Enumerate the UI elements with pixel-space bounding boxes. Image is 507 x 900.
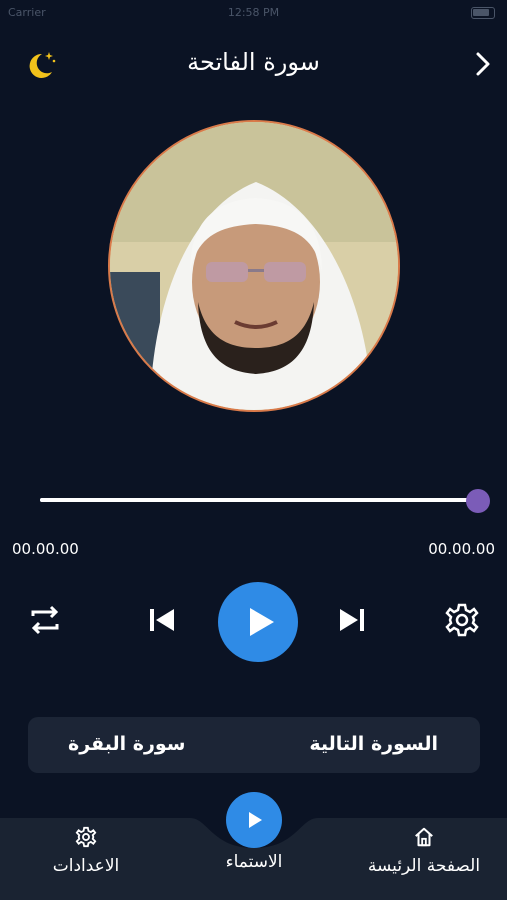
progress-slider[interactable] (40, 489, 490, 513)
header: سورة الفاتحة (0, 40, 507, 88)
nav-listen-label: الاستماء (225, 852, 283, 872)
nav-home[interactable]: الصفحة الرئيسة (352, 826, 496, 876)
nav-listen-play-button[interactable] (226, 792, 282, 848)
playback-controls (0, 580, 507, 662)
gear-icon[interactable] (444, 602, 480, 638)
current-surah[interactable]: سورة البقرة (68, 733, 185, 755)
play-icon (249, 812, 262, 828)
progress-thumb[interactable] (466, 489, 490, 513)
home-icon (415, 827, 433, 847)
status-time: 12:58 PM (227, 6, 280, 19)
bottom-nav: الاعدادات الاستماء الصفحة الرئيسة (0, 792, 507, 900)
nav-listen[interactable]: الاستماء (204, 852, 304, 872)
page-title: سورة الفاتحة (187, 48, 320, 76)
time-total: 00.00.00 (428, 540, 495, 558)
gear-icon (75, 826, 97, 848)
progress-fill (40, 498, 468, 502)
time-elapsed: 00.00.00 (12, 540, 79, 558)
status-bar: Carrier 12:58 PM (0, 0, 507, 28)
play-button[interactable] (218, 582, 298, 662)
play-icon (250, 608, 274, 636)
repeat-icon[interactable] (27, 602, 63, 638)
reciter-image (110, 122, 398, 410)
nav-settings[interactable]: الاعدادات (44, 826, 128, 876)
chevron-right-icon[interactable] (471, 50, 495, 78)
nav-settings-label: الاعدادات (52, 856, 120, 876)
reciter-avatar (108, 120, 400, 412)
nav-home-label: الصفحة الرئيسة (367, 856, 481, 876)
skip-next-icon[interactable] (334, 602, 370, 638)
surah-nav-card: سورة البقرة السورة التالية (28, 717, 480, 773)
skip-previous-icon[interactable] (144, 602, 180, 638)
next-surah-button[interactable]: السورة التالية (309, 733, 438, 755)
battery-icon (471, 7, 495, 19)
